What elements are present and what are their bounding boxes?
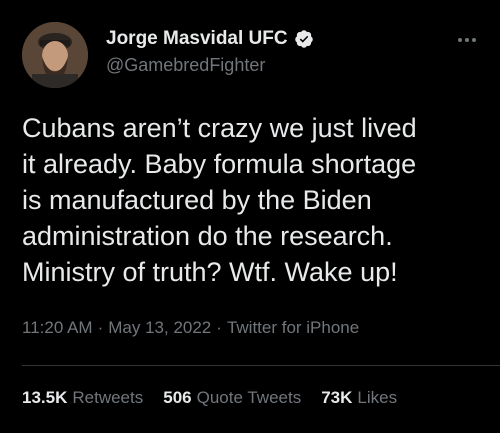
display-name-row: Jorge Masvidal UFC	[106, 28, 314, 50]
tweet-date[interactable]: May 13, 2022	[108, 318, 211, 337]
display-name[interactable]: Jorge Masvidal UFC	[106, 28, 288, 50]
likes-count: 73K	[321, 388, 353, 407]
tweet-source[interactable]: Twitter for iPhone	[227, 318, 359, 337]
likes-label: Likes	[357, 388, 398, 407]
tweet-meta: 11:20 AM · May 13, 2022 · Twitter for iPhone	[22, 318, 359, 338]
tweet-text: Cubans aren’t crazy we just lived it alr…	[22, 113, 417, 287]
tweet-header: Jorge Masvidal UFC @GamebredFighter	[22, 22, 480, 88]
verified-badge-icon	[294, 29, 314, 49]
quote-tweets-stat[interactable]: 506 Quote Tweets	[163, 388, 301, 408]
quote-tweets-count: 506	[163, 388, 192, 407]
meta-separator: ·	[97, 318, 104, 337]
tweet-card: Jorge Masvidal UFC @GamebredFighter Cuba…	[0, 0, 500, 433]
more-options-icon[interactable]	[458, 36, 480, 44]
more-dot	[465, 38, 469, 42]
likes-stat[interactable]: 73K Likes	[321, 388, 397, 408]
retweets-count: 13.5K	[22, 388, 68, 407]
retweets-stat[interactable]: 13.5K Retweets	[22, 388, 143, 408]
meta-separator: ·	[216, 318, 222, 337]
tweet-stats: 13.5K Retweets 506 Quote Tweets 73K Likes	[22, 388, 397, 408]
author-handle[interactable]: @GamebredFighter	[106, 55, 314, 76]
author-names: Jorge Masvidal UFC @GamebredFighter	[106, 28, 314, 76]
quote-tweets-label: Quote Tweets	[196, 388, 302, 407]
divider	[22, 365, 500, 366]
more-dot	[458, 38, 462, 42]
avatar[interactable]	[22, 22, 88, 88]
more-dot	[472, 38, 476, 42]
tweet-time[interactable]: 11:20 AM	[22, 318, 93, 337]
retweets-label: Retweets	[72, 388, 144, 407]
